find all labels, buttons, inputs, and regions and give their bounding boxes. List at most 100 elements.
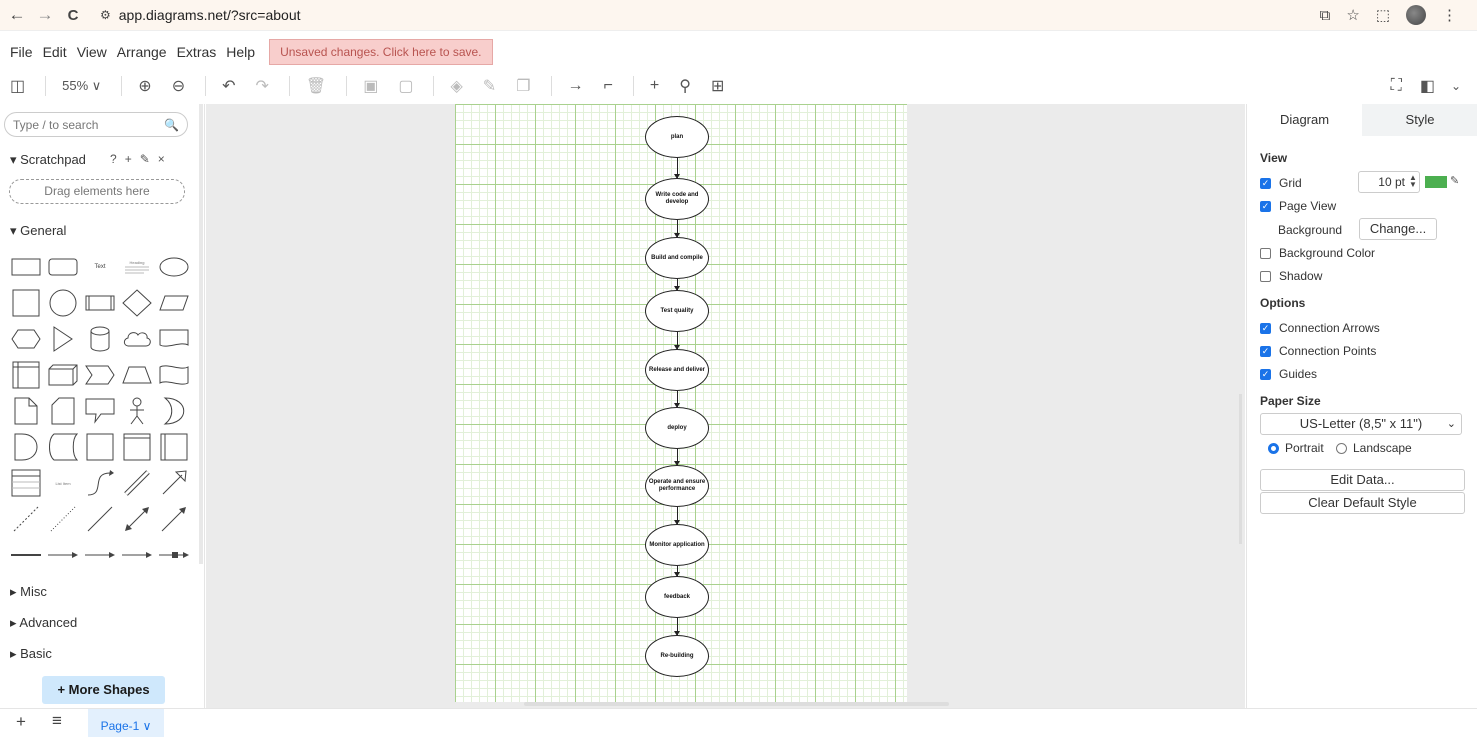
text-shape[interactable]: Text <box>84 253 116 281</box>
paper-size-select[interactable]: US-Letter (8,5" x 11") ⌄ <box>1260 413 1462 435</box>
hexagon-shape[interactable] <box>10 325 42 353</box>
browser-menu-icon[interactable]: ⋮ <box>1442 6 1457 24</box>
checkbox-checked-icon[interactable]: ✓ <box>1260 368 1271 380</box>
flow-node-deploy[interactable]: deploy <box>645 407 709 449</box>
general-header[interactable]: ▾ General <box>10 223 66 239</box>
page-tab[interactable]: Page-1 ∨ <box>88 709 164 737</box>
zoom-dropdown[interactable]: 55% ∨ <box>62 78 101 94</box>
menu-view[interactable]: View <box>77 44 107 60</box>
pages-menu-button[interactable]: ≡ <box>52 711 62 731</box>
bidirectional-arrow-shape[interactable] <box>121 469 153 497</box>
to-back-icon[interactable]: ▢ <box>398 76 413 96</box>
help-icon[interactable]: ? <box>110 152 125 166</box>
menu-file[interactable]: File <box>10 44 33 60</box>
trapezoid-shape[interactable] <box>121 361 153 389</box>
pencil-icon[interactable]: ✎ <box>1450 174 1459 187</box>
flow-node-monitor[interactable]: Monitor application <box>645 524 709 566</box>
menu-help[interactable]: Help <box>226 44 255 60</box>
flow-node-plan[interactable]: plan <box>645 116 709 158</box>
process-shape[interactable] <box>84 289 116 317</box>
flow-arrow[interactable] <box>674 507 680 525</box>
checkbox-checked-icon[interactable]: ✓ <box>1260 200 1271 212</box>
cloud-shape[interactable] <box>121 325 153 353</box>
cast-icon[interactable]: ⧉ <box>1320 7 1331 24</box>
diagram-page[interactable]: plan Write code and develop Build and co… <box>455 104 907 702</box>
connector-label-shape[interactable] <box>47 541 79 569</box>
advanced-header[interactable]: ▸ Advanced <box>10 615 77 631</box>
search-icon[interactable]: 🔍 <box>164 118 179 132</box>
shadow-icon[interactable]: ❐ <box>516 76 530 96</box>
more-shapes-button[interactable]: + More Shapes <box>42 676 165 704</box>
fullscreen-icon[interactable]: ⛶ <box>1391 77 1402 95</box>
cylinder-shape[interactable] <box>84 325 116 353</box>
url-text[interactable]: app.diagrams.net/?src=about <box>119 7 301 23</box>
flow-arrow[interactable] <box>674 158 680 179</box>
square-shape[interactable] <box>10 289 42 317</box>
canvas-vertical-scrollbar[interactable] <box>1239 394 1242 544</box>
cube-shape[interactable] <box>47 361 79 389</box>
canvas-horizontal-scrollbar[interactable] <box>524 702 949 706</box>
radio-unselected-icon[interactable] <box>1336 442 1347 454</box>
rectangle-shape[interactable] <box>10 253 42 281</box>
flow-arrow[interactable] <box>674 279 680 291</box>
add-page-button[interactable]: + <box>16 712 26 732</box>
to-front-icon[interactable]: ▣ <box>363 76 378 96</box>
undo-icon[interactable]: ↶ <box>222 76 235 96</box>
flow-node-operate[interactable]: Operate and ensure performance <box>645 465 709 507</box>
chevron-down-icon[interactable]: ⌄ <box>1451 79 1461 93</box>
checkbox-unchecked-icon[interactable] <box>1260 270 1271 282</box>
waypoints-icon[interactable]: ⌐ <box>604 77 613 95</box>
callout-shape[interactable] <box>84 397 116 425</box>
note-shape[interactable] <box>10 397 42 425</box>
add-icon[interactable]: + <box>125 152 140 166</box>
flow-node-rebuilding[interactable]: Re-building <box>645 635 709 677</box>
flow-node-release[interactable]: Release and deliver <box>645 349 709 391</box>
internal-storage-shape[interactable] <box>10 361 42 389</box>
grid-size-stepper-icon[interactable]: ▲ ▼ <box>1409 174 1417 189</box>
rounded-rectangle-shape[interactable] <box>47 253 79 281</box>
diamond-shape[interactable] <box>121 289 153 317</box>
bidirectional-connector-shape[interactable] <box>121 505 153 533</box>
swimlane-shape[interactable] <box>158 433 190 461</box>
chevron-down-icon[interactable]: ⌄ <box>1447 414 1456 434</box>
menu-extras[interactable]: Extras <box>177 44 217 60</box>
flow-node-feedback[interactable]: feedback <box>645 576 709 618</box>
fill-color-icon[interactable]: ◈ <box>450 76 462 96</box>
portrait-radio[interactable]: Portrait <box>1268 441 1324 455</box>
flow-node-write-code[interactable]: Write code and develop <box>645 178 709 220</box>
card-shape[interactable] <box>47 397 79 425</box>
list-item-shape[interactable]: List Item <box>47 469 79 497</box>
curve-shape[interactable] <box>84 469 116 497</box>
checkbox-unchecked-icon[interactable] <box>1260 247 1271 259</box>
parallelogram-shape[interactable] <box>158 289 190 317</box>
flow-arrow[interactable] <box>674 566 680 577</box>
bookmark-star-icon[interactable]: ☆ <box>1346 6 1359 24</box>
menu-arrange[interactable]: Arrange <box>117 44 167 60</box>
actor-shape[interactable] <box>121 397 153 425</box>
line-color-icon[interactable]: ✎ <box>483 76 496 96</box>
container-shape[interactable] <box>121 433 153 461</box>
tab-diagram[interactable]: Diagram <box>1247 104 1362 136</box>
edit-data-button[interactable]: Edit Data... <box>1260 469 1465 491</box>
tab-style[interactable]: Style <box>1362 104 1477 136</box>
edit-icon[interactable]: ✎ <box>140 152 158 166</box>
diagram-canvas[interactable]: plan Write code and develop Build and co… <box>206 104 1245 708</box>
avatar[interactable] <box>1406 5 1426 25</box>
clear-default-style-button[interactable]: Clear Default Style <box>1260 492 1465 514</box>
extensions-icon[interactable]: ⬚ <box>1376 6 1390 24</box>
insert-icon[interactable]: + <box>650 77 659 95</box>
connector-3-label-shape[interactable] <box>121 541 153 569</box>
arrow-shape[interactable] <box>158 469 190 497</box>
list-shape[interactable] <box>10 469 42 497</box>
format-panel-icon[interactable]: ◧ <box>1420 76 1435 96</box>
menu-edit[interactable]: Edit <box>43 44 67 60</box>
zoom-out-icon[interactable]: ⊖ <box>172 76 185 96</box>
zoom-in-icon[interactable]: ⊕ <box>138 76 151 96</box>
grid-checkbox[interactable]: ✓ Grid <box>1260 176 1302 190</box>
scratchpad-drop-zone[interactable]: Drag elements here <box>9 179 185 204</box>
directional-connector-shape[interactable] <box>158 505 190 533</box>
page-view-checkbox[interactable]: ✓ Page View <box>1260 199 1336 213</box>
or-shape[interactable] <box>158 397 190 425</box>
data-storage-shape[interactable] <box>47 433 79 461</box>
landscape-radio[interactable]: Landscape <box>1336 441 1412 455</box>
